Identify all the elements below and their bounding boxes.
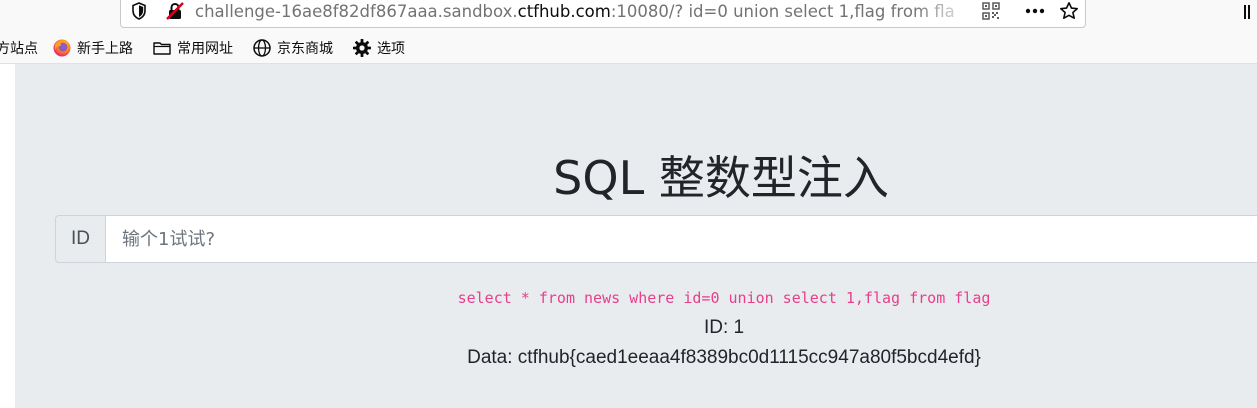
- sql-query: select * from news where id=0 union sele…: [457, 289, 991, 307]
- bookmarks-bar: 方站点 新手上路 常用网址 京东商城 选项: [0, 32, 1257, 64]
- gear-icon: [352, 38, 372, 58]
- bookmark-item[interactable]: 方站点: [0, 38, 38, 58]
- result-id: ID: 1: [703, 317, 745, 338]
- bookmark-label: 方站点: [0, 41, 38, 57]
- bookmark-item[interactable]: 常用网址: [152, 38, 233, 58]
- bookmark-item[interactable]: 京东商城: [252, 38, 333, 58]
- bookmark-label: 常用网址: [177, 41, 233, 57]
- shield-icon[interactable]: [129, 1, 149, 21]
- library-icon[interactable]: [1243, 2, 1255, 22]
- page-content: SQL 整数型注入 select * from news where id=0 …: [0, 64, 1257, 408]
- qr-code-icon[interactable]: [981, 1, 1001, 21]
- folder-icon: [152, 38, 172, 58]
- bookmark-item[interactable]: 选项: [352, 38, 405, 58]
- bookmark-label: 选项: [377, 41, 405, 57]
- globe-icon: [252, 38, 272, 58]
- star-icon[interactable]: [1059, 1, 1079, 21]
- browser-toolbar: challenge-16ae8f82df867aaa.sandbox.ctfhu…: [0, 0, 1257, 32]
- more-icon[interactable]: [1024, 1, 1045, 21]
- firefox-icon: [52, 38, 72, 58]
- bookmark-item[interactable]: 新手上路: [52, 38, 133, 58]
- bookmark-label: 京东商城: [277, 41, 333, 57]
- result-data: Data: ctfhub{caed1eeaa4f8389bc0d1115cc94…: [467, 347, 981, 368]
- id-input[interactable]: [105, 215, 1257, 263]
- page-title: SQL 整数型注入: [553, 151, 889, 205]
- url-text[interactable]: challenge-16ae8f82df867aaa.sandbox.ctfhu…: [195, 0, 975, 24]
- insecure-lock-icon[interactable]: [165, 1, 185, 21]
- id-input-group: ID: [55, 215, 1257, 263]
- bookmark-label: 新手上路: [77, 41, 133, 57]
- id-input-label: ID: [55, 215, 105, 263]
- url-bar[interactable]: challenge-16ae8f82df867aaa.sandbox.ctfhu…: [120, 0, 1086, 28]
